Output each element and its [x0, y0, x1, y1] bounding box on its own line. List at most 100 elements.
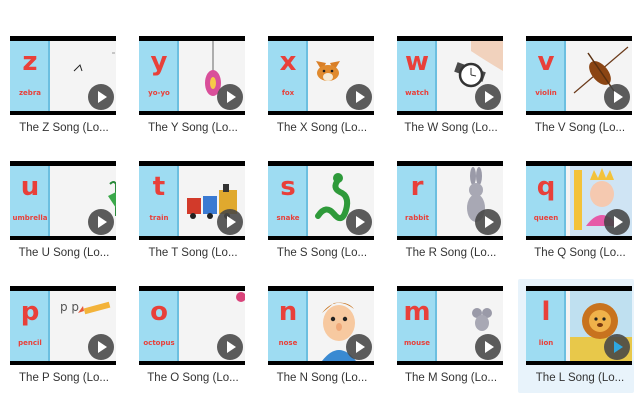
play-icon[interactable]	[88, 84, 114, 110]
video-title[interactable]: The T Song (Lo...	[139, 247, 247, 259]
play-icon[interactable]	[217, 84, 243, 110]
video-card-p[interactable]: p pencil p p The P Song (Lo...	[6, 282, 122, 398]
letter-text: x	[279, 47, 297, 77]
video-card-u[interactable]: u umbrella The U Song (Lo...	[6, 157, 122, 273]
video-title[interactable]: The P Song (Lo...	[10, 372, 118, 384]
word-text: queen	[533, 214, 559, 222]
video-card-q[interactable]: q queen The Q Song (Lo...	[522, 157, 638, 273]
video-title[interactable]: The Y Song (Lo...	[139, 122, 247, 134]
video-card-o[interactable]: o octopus The O Song (Lo...	[135, 282, 251, 398]
video-title[interactable]: The Z Song (Lo...	[10, 122, 118, 134]
word-text: lion	[538, 339, 554, 347]
video-title[interactable]: The Q Song (Lo...	[526, 247, 634, 259]
play-icon[interactable]	[88, 334, 114, 360]
letter-text: y	[150, 47, 168, 77]
word-text: pencil	[18, 339, 42, 347]
play-icon[interactable]	[604, 334, 630, 360]
video-card-v[interactable]: v violin The V Song (Lo...	[522, 32, 638, 148]
play-icon[interactable]	[88, 209, 114, 235]
video-card-z[interactable]: z zebra The Z Song (Lo...	[6, 32, 122, 148]
video-title[interactable]: The R Song (Lo...	[397, 247, 505, 259]
video-thumbnail[interactable]: t train	[139, 161, 245, 240]
video-card-w[interactable]: w watch The W Song (Lo...	[393, 32, 509, 148]
letter-text: w	[404, 47, 430, 77]
video-card-l[interactable]: l lion The L Song (Lo...	[518, 279, 634, 393]
letter-text: o	[150, 297, 168, 327]
video-thumbnail[interactable]: y yo-yo	[139, 36, 245, 115]
play-icon[interactable]	[217, 334, 243, 360]
letter-panel: z zebra	[10, 41, 50, 111]
video-thumbnail[interactable]: s snake	[268, 161, 374, 240]
video-card-r[interactable]: r rabbit The R Song (Lo...	[393, 157, 509, 273]
word-text: yo-yo	[148, 89, 170, 97]
video-title[interactable]: The U Song (Lo...	[10, 247, 118, 259]
play-icon[interactable]	[346, 84, 372, 110]
video-title[interactable]: The N Song (Lo...	[268, 372, 376, 384]
video-title[interactable]: The O Song (Lo...	[139, 372, 247, 384]
letter-panel: q queen	[526, 166, 566, 236]
letter-panel: v violin	[526, 41, 566, 111]
play-icon[interactable]	[346, 209, 372, 235]
letter-panel: u umbrella	[10, 166, 50, 236]
letter-panel: w watch	[397, 41, 437, 111]
pencil-pic-text: p p	[60, 300, 79, 314]
video-title[interactable]: The W Song (Lo...	[397, 122, 505, 134]
letter-text: q	[536, 172, 556, 202]
letter-panel: t train	[139, 166, 179, 236]
video-title[interactable]: The X Song (Lo...	[268, 122, 376, 134]
letter-panel: m mouse	[397, 291, 437, 361]
video-title[interactable]: The V Song (Lo...	[526, 122, 634, 134]
play-icon[interactable]	[475, 334, 501, 360]
letter-text: l	[541, 297, 551, 327]
letter-text: s	[280, 172, 296, 202]
letter-text: v	[537, 47, 555, 77]
letter-panel: p pencil	[10, 291, 50, 361]
video-thumbnail[interactable]: x fox	[268, 36, 374, 115]
video-thumbnail[interactable]: v violin	[526, 36, 632, 115]
video-thumbnail[interactable]: u umbrella	[10, 161, 116, 240]
video-card-x[interactable]: x fox The X Song (Lo...	[264, 32, 380, 148]
word-text: zebra	[18, 89, 41, 97]
video-thumbnail[interactable]: m mouse	[397, 286, 503, 365]
word-text: nose	[278, 339, 298, 347]
play-icon[interactable]	[604, 84, 630, 110]
play-icon[interactable]	[475, 84, 501, 110]
video-thumbnail[interactable]: n nose	[268, 286, 374, 365]
video-title[interactable]: The S Song (Lo...	[268, 247, 376, 259]
video-title[interactable]: The L Song (Lo...	[526, 372, 634, 384]
video-card-t[interactable]: t train The T Song (Lo...	[135, 157, 251, 273]
letter-text: u	[20, 172, 40, 202]
letter-panel: y yo-yo	[139, 41, 179, 111]
video-thumbnail[interactable]: w watch	[397, 36, 503, 115]
letter-panel: o octopus	[139, 291, 179, 361]
video-thumbnail[interactable]: z zebra	[10, 36, 116, 115]
word-text: octopus	[143, 339, 175, 347]
play-icon[interactable]	[217, 209, 243, 235]
video-thumbnail[interactable]: l lion	[526, 286, 632, 365]
word-text: train	[149, 214, 169, 222]
letter-panel: r rabbit	[397, 166, 437, 236]
video-grid: z zebra The Z Song (Lo... y yo-yo The Y …	[0, 0, 640, 412]
letter-text: t	[152, 172, 166, 202]
play-icon[interactable]	[604, 209, 630, 235]
play-icon[interactable]	[475, 209, 501, 235]
letter-panel: l lion	[526, 291, 566, 361]
letter-text: r	[410, 172, 424, 202]
video-title[interactable]: The M Song (Lo...	[397, 372, 505, 384]
play-icon[interactable]	[346, 334, 372, 360]
video-card-s[interactable]: s snake The S Song (Lo...	[264, 157, 380, 273]
video-card-n[interactable]: n nose The N Song (Lo...	[264, 282, 380, 398]
letter-panel: s snake	[268, 166, 308, 236]
letter-text: n	[278, 297, 298, 327]
video-thumbnail[interactable]: q queen	[526, 161, 632, 240]
word-text: mouse	[403, 339, 430, 347]
video-card-m[interactable]: m mouse The M Song (Lo...	[393, 282, 509, 398]
word-text: snake	[276, 214, 300, 222]
video-thumbnail[interactable]: r rabbit	[397, 161, 503, 240]
letter-text: m	[403, 297, 431, 327]
letter-text: z	[22, 47, 38, 77]
video-thumbnail[interactable]: p pencil p p	[10, 286, 116, 365]
video-thumbnail[interactable]: o octopus	[139, 286, 245, 365]
video-card-y[interactable]: y yo-yo The Y Song (Lo...	[135, 32, 251, 148]
word-text: fox	[281, 89, 295, 97]
